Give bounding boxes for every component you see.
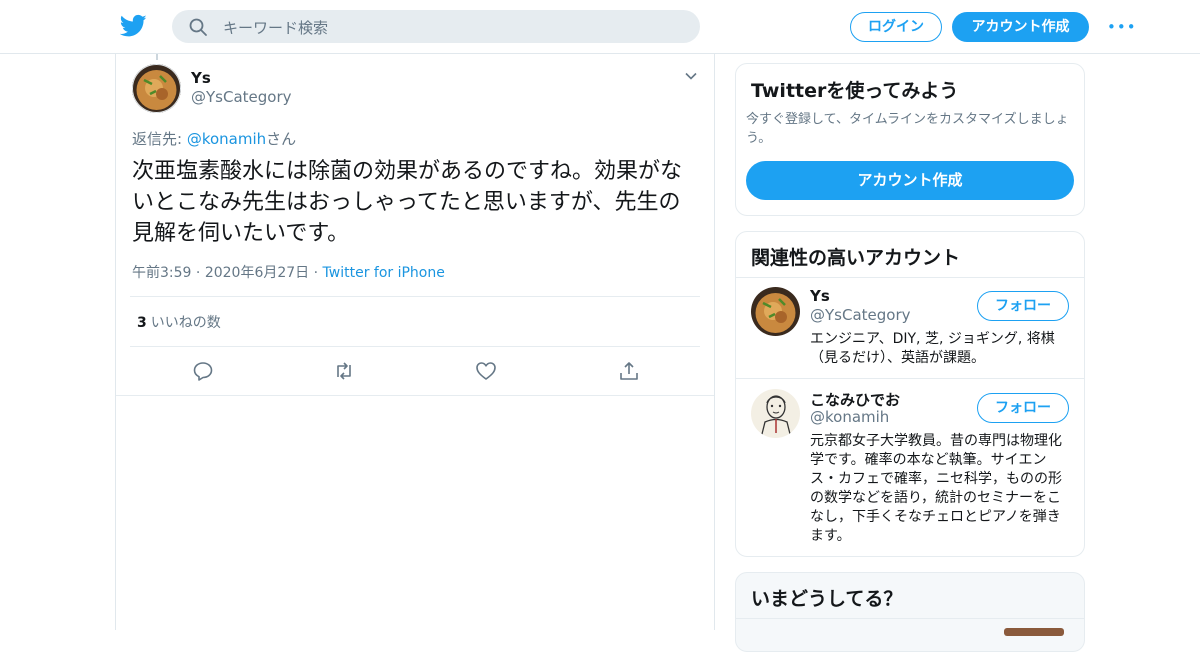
tweet-author-name[interactable]: Ys: [191, 69, 211, 87]
signup-card-subtitle: 今すぐ登録して、タイムラインをカスタマイズしましょう。: [746, 112, 1069, 146]
trends-title: いまどうしてる？: [751, 588, 903, 610]
signup-button[interactable]: アカウント作成: [952, 12, 1089, 42]
like-icon[interactable]: [475, 360, 497, 382]
account-name[interactable]: Ys: [810, 287, 830, 305]
likes-count: 3: [137, 315, 147, 331]
follow-button[interactable]: フォロー: [977, 291, 1069, 321]
likes-label: いいねの数: [150, 315, 221, 331]
thread-connector-line: [156, 54, 158, 60]
account-handle[interactable]: @konamih: [810, 408, 889, 426]
trend-thumbnail: [1004, 628, 1064, 636]
follow-button[interactable]: フォロー: [977, 393, 1069, 423]
divider: [130, 346, 700, 347]
main-column: Ys @YsCategory 返信先: @konamihさん 次亜塩素酸水には除…: [115, 54, 715, 630]
reply-mention-link[interactable]: @konamih: [187, 130, 266, 148]
reply-icon[interactable]: [192, 360, 214, 382]
separator-dot: ·: [195, 265, 205, 281]
share-icon[interactable]: [618, 360, 640, 382]
account-bio: 元京都女子大学教員。昔の専門は物理化学です。確率の本など執筆。サイエンス・カフェ…: [810, 433, 1062, 544]
avatar[interactable]: [132, 64, 181, 113]
food-photo-avatar-icon: [751, 287, 800, 336]
likes-stat[interactable]: 3 いいねの数: [137, 312, 221, 332]
login-button[interactable]: ログイン: [850, 12, 942, 42]
avatar[interactable]: [751, 389, 800, 438]
account-name[interactable]: こなみひでお: [810, 389, 900, 410]
divider: [116, 395, 714, 396]
signup-card-button[interactable]: アカウント作成: [746, 161, 1074, 200]
tweet-time[interactable]: 午前3:59: [132, 265, 191, 281]
reply-context: 返信先: @konamihさん: [132, 128, 296, 149]
twitter-bird-icon[interactable]: [120, 14, 147, 38]
search-input[interactable]: キーワード検索: [223, 17, 328, 38]
separator-dot: ·: [313, 265, 323, 281]
reply-suffix: さん: [266, 130, 297, 148]
related-accounts-card: 関連性の高いアカウント Ys @YsCategory フォロー エンジニア、DI…: [735, 231, 1085, 557]
signup-card-title: Twitterを使ってみよう: [751, 80, 959, 102]
signup-card: Twitterを使ってみよう 今すぐ登録して、タイムラインをカスタマイズしましょ…: [735, 63, 1085, 216]
reply-prefix: 返信先:: [132, 130, 187, 148]
related-accounts-title: 関連性の高いアカウント: [751, 247, 961, 269]
food-photo-avatar-icon: [132, 64, 181, 113]
divider: [736, 277, 1084, 278]
divider: [736, 378, 1084, 379]
search-icon: [189, 18, 207, 36]
divider: [736, 618, 1084, 619]
more-options-icon[interactable]: •••: [1107, 18, 1136, 36]
tweet-source-link[interactable]: Twitter for iPhone: [323, 265, 445, 281]
divider: [130, 296, 700, 297]
search-bar[interactable]: キーワード検索: [172, 10, 700, 43]
caricature-avatar-icon: [751, 389, 800, 438]
tweet-text: 次亜塩素酸水には除菌の効果があるのですね。効果がないとこなみ先生はおっしゃってた…: [132, 159, 683, 246]
account-handle[interactable]: @YsCategory: [810, 306, 911, 324]
account-bio: エンジニア、DIY, 芝, ジョギング, 将棋（見るだけ）、英語が課題。: [810, 331, 1055, 366]
tweet-metadata: 午前3:59 · 2020年6月27日 · Twitter for iPhone: [132, 262, 445, 282]
trends-card: いまどうしてる？: [735, 572, 1085, 652]
chevron-down-icon[interactable]: [683, 68, 699, 84]
retweet-icon[interactable]: [333, 360, 355, 382]
tweet-author-handle[interactable]: @YsCategory: [191, 88, 292, 106]
top-navigation-bar: キーワード検索 ログイン アカウント作成 •••: [0, 0, 1200, 54]
avatar[interactable]: [751, 287, 800, 336]
tweet-date[interactable]: 2020年6月27日: [205, 265, 309, 281]
